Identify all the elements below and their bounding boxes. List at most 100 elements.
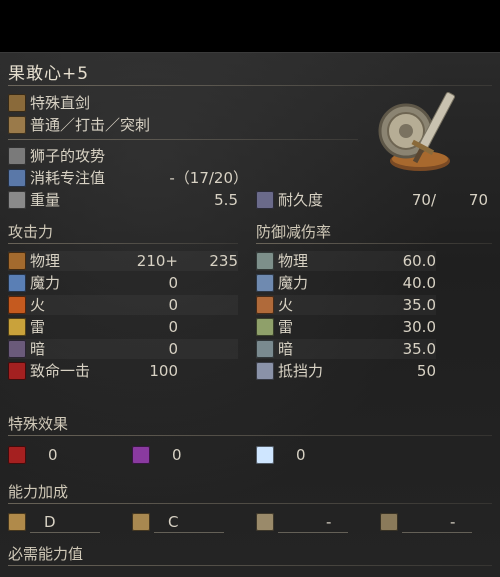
magic-attack-icon	[8, 274, 26, 292]
attack-type-icon	[8, 116, 26, 134]
defense-value: 30.0	[402, 318, 436, 336]
defense-value: 40.0	[402, 274, 436, 292]
defense-value: 35.0	[402, 296, 436, 314]
scaling-grade: -	[326, 513, 332, 531]
fp-cost-row: 消耗专注值 -（17/20）	[8, 168, 248, 188]
requirements-header: 必需能力值	[8, 545, 84, 563]
scaling-grade: D	[44, 513, 56, 531]
divider	[8, 565, 492, 566]
attack-value: 0	[168, 296, 178, 314]
defense-label: 抵挡力	[278, 362, 324, 380]
lightning-defense-icon	[256, 318, 274, 336]
item-details-panel: 果敢心+5 特殊直剑 普通／打击／突刺 狮子的攻势 消耗专注值 -（17/20）…	[0, 52, 500, 577]
durability-icon	[256, 191, 274, 209]
scaling-header: 能力加成	[8, 483, 69, 501]
bleed-icon	[8, 446, 26, 464]
skill-name: 狮子的攻势	[30, 147, 106, 165]
magic-defense-icon	[256, 274, 274, 292]
durability-current: 70/	[411, 191, 436, 209]
weight-row: 重量 5.5	[8, 190, 238, 210]
effects-header: 特殊效果	[8, 415, 69, 433]
poison-icon	[132, 446, 150, 464]
divider	[8, 139, 358, 140]
weapon-image	[372, 83, 472, 179]
attack-type-row: 普通／打击／突刺	[8, 115, 308, 135]
divider	[8, 503, 492, 504]
defense-row: 抵挡力 50	[256, 361, 436, 381]
attack-header: 攻击力	[8, 223, 54, 241]
attack-label: 魔力	[30, 274, 61, 292]
defense-row: 火 35.0	[256, 295, 436, 315]
weight-value: 5.5	[214, 191, 238, 209]
effect-item: 0	[256, 445, 316, 465]
attack-value: 0	[168, 318, 178, 336]
defense-row: 暗 35.0	[256, 339, 436, 359]
attack-row: 雷0	[8, 317, 238, 337]
effect-value: 0	[48, 446, 58, 464]
critical-icon	[8, 362, 26, 380]
scaling-item: -	[380, 512, 480, 533]
fp-icon	[8, 169, 26, 187]
attack-row: 魔力 0	[8, 273, 238, 293]
defense-label: 雷	[278, 318, 294, 336]
attack-row: 火0	[8, 295, 238, 315]
dexterity-scaling-icon	[132, 513, 150, 531]
durability-label: 耐久度	[278, 191, 324, 209]
weight-label: 重量	[30, 191, 61, 209]
defense-header: 防御减伤率	[256, 223, 332, 241]
scaling-grade: C	[168, 513, 179, 531]
attack-bonus-value: 235	[209, 252, 238, 270]
fire-defense-icon	[256, 296, 274, 314]
defense-row: 雷 30.0	[256, 317, 436, 337]
effect-item: 0	[8, 445, 68, 465]
attack-label: 致命一击	[30, 362, 91, 380]
fire-attack-icon	[8, 296, 26, 314]
attack-base-value: 210+	[136, 252, 178, 270]
attack-value: 0	[168, 274, 178, 292]
divider	[256, 243, 492, 244]
scaling-grade: -	[450, 513, 456, 531]
scaling-underline	[154, 532, 224, 533]
attack-value: 0	[168, 340, 178, 358]
weight-icon	[8, 191, 26, 209]
defense-row: 魔力 40.0	[256, 273, 436, 293]
effect-item: 0	[132, 445, 192, 465]
attack-label: 雷	[30, 318, 46, 336]
durability-row: 耐久度 70/ 70	[256, 190, 488, 210]
skill-row: 狮子的攻势	[8, 146, 308, 166]
defense-value: 60.0	[402, 252, 436, 270]
defense-label: 魔力	[278, 274, 309, 292]
dark-defense-icon	[256, 340, 274, 358]
attack-label: 物理	[30, 252, 61, 270]
effect-value: 0	[172, 446, 182, 464]
attack-label: 火	[30, 296, 46, 314]
scaling-underline	[402, 532, 472, 533]
attack-row: 暗0	[8, 339, 238, 359]
attack-value: 100	[149, 362, 178, 380]
attack-type: 普通／打击／突刺	[30, 116, 151, 134]
faith-scaling-icon	[380, 513, 398, 531]
attack-row: 物理 210+ 235	[8, 251, 238, 271]
scaling-item: -	[256, 512, 356, 533]
defense-row: 物理 60.0	[256, 251, 436, 271]
scaling-underline	[30, 532, 100, 533]
weapon-name: 果敢心+5	[8, 64, 90, 84]
defense-value: 50	[416, 362, 436, 380]
fp-cost-value: -（17/20）	[169, 169, 248, 187]
divider	[8, 243, 238, 244]
scaling-item: C	[132, 512, 232, 533]
fp-cost-label: 消耗专注值	[30, 169, 106, 187]
frost-icon	[256, 446, 274, 464]
skill-icon	[8, 147, 26, 165]
defense-label: 暗	[278, 340, 294, 358]
weapon-category-icon	[8, 94, 26, 112]
intelligence-scaling-icon	[256, 513, 274, 531]
defense-value: 35.0	[402, 340, 436, 358]
durability-max: 70	[468, 191, 488, 209]
strength-scaling-icon	[8, 513, 26, 531]
defense-label: 物理	[278, 252, 309, 270]
attack-row: 致命一击 100	[8, 361, 238, 381]
weapon-type: 特殊直剑	[30, 94, 91, 112]
attack-label: 暗	[30, 340, 46, 358]
weapon-type-row: 特殊直剑	[8, 93, 308, 113]
